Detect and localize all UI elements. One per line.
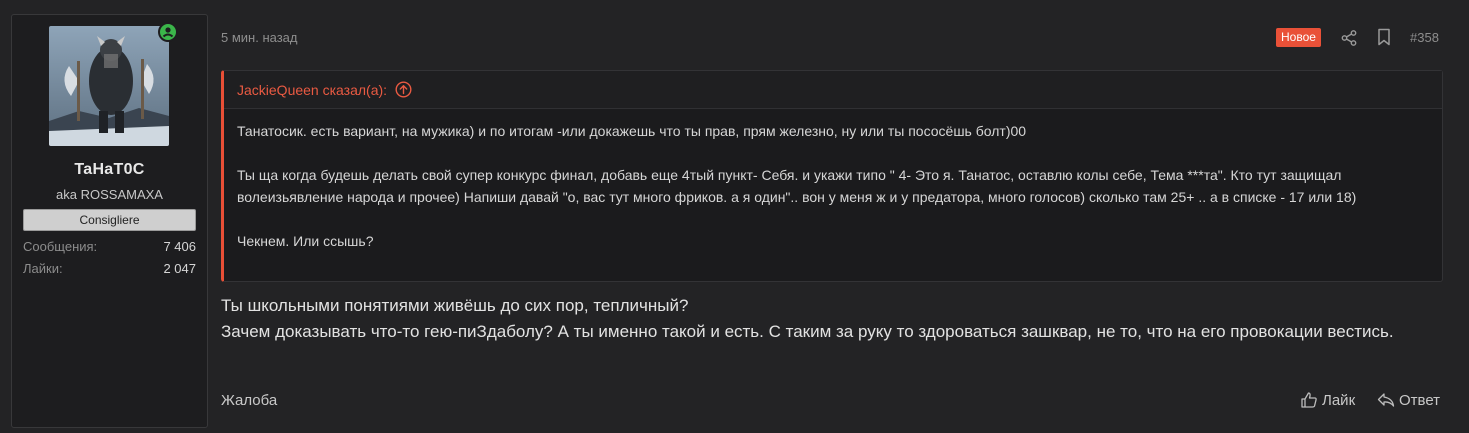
quote-header: JackieQueen сказал(а):	[224, 71, 1442, 109]
reply-icon	[1377, 393, 1395, 407]
post-timestamp[interactable]: 5 мин. назад	[221, 30, 297, 45]
role-badge: Consigliere	[23, 209, 196, 231]
message-body: Ты школьными понятиями живёшь до сих пор…	[221, 293, 1451, 345]
stat-messages: Сообщения: 7 406	[23, 239, 196, 254]
stat-likes: Лайки: 2 047	[23, 261, 196, 276]
share-icon[interactable]	[1340, 29, 1358, 47]
author-panel: TaHaT0C aka ROSSAMAXA Consigliere Сообще…	[11, 14, 208, 428]
quote-block: JackieQueen сказал(а): Танатосик. есть в…	[221, 70, 1443, 282]
thumbs-up-icon	[1301, 392, 1317, 408]
quote-paragraph: Ты ща когда будешь делать свой супер кон…	[237, 167, 1357, 205]
message-line: Ты школьными понятиями живёшь до сих пор…	[221, 296, 689, 315]
avatar-image	[49, 26, 169, 146]
user-title: aka ROSSAMAXA	[56, 187, 163, 202]
stat-label: Лайки:	[23, 261, 63, 276]
username[interactable]: TaHaT0C	[12, 161, 207, 179]
quote-paragraph: Танатосик. есть вариант, на мужика) и по…	[237, 123, 1027, 139]
quote-paragraph: Чекнем. Или ссышь?	[237, 233, 374, 249]
online-status-icon	[158, 22, 178, 42]
new-badge: Новое	[1276, 28, 1321, 47]
reply-label: Ответ	[1399, 391, 1441, 409]
message-line: Зачем доказывать что-то гею-пиЗдаболу? А…	[221, 322, 1394, 341]
post-number-link[interactable]: #358	[1410, 30, 1439, 45]
quote-body: Танатосик. есть вариант, на мужика) и по…	[224, 109, 1442, 252]
report-link[interactable]: Жалоба	[221, 392, 277, 409]
stat-value: 7 406	[163, 239, 196, 254]
like-button[interactable]: Лайк	[1300, 391, 1355, 409]
go-to-quote-icon[interactable]	[395, 81, 412, 98]
stat-value: 2 047	[163, 261, 196, 276]
like-label: Лайк	[1322, 391, 1356, 409]
quote-author-link[interactable]: JackieQueen сказал(а):	[237, 82, 387, 98]
reply-button[interactable]: Ответ	[1377, 391, 1440, 409]
stat-label: Сообщения:	[23, 239, 98, 254]
bookmark-icon[interactable]	[1376, 28, 1392, 46]
avatar[interactable]	[49, 26, 169, 146]
